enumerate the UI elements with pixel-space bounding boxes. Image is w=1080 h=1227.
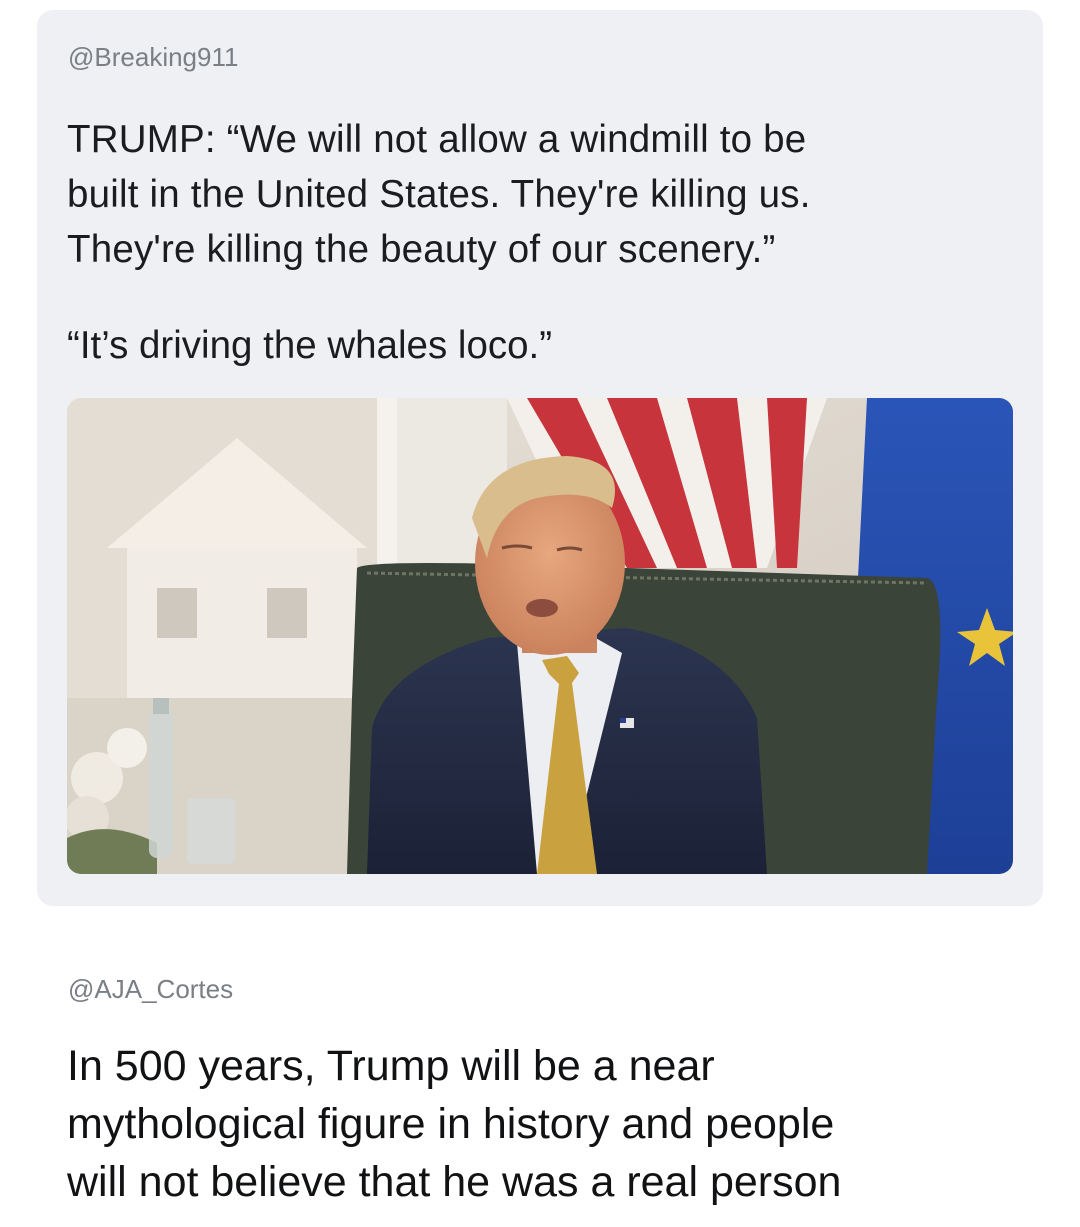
quoted-post-second-quote: “It’s driving the whales loco.” xyxy=(67,324,553,367)
quoted-post-line: built in the United States. They're kill… xyxy=(67,173,811,216)
quoted-post-line: TRUMP: “We will not allow a windmill to … xyxy=(67,118,807,161)
quoted-post-handle[interactable]: @Breaking911 xyxy=(68,42,238,73)
reply-post-handle[interactable]: @AJA_Cortes xyxy=(68,974,233,1005)
reply-post-line: mythological figure in history and peopl… xyxy=(67,1100,835,1148)
quoted-post-text: TRUMP: “We will not allow a windmill to … xyxy=(67,112,1027,277)
quoted-post-line: They're killing the beauty of our scener… xyxy=(67,228,776,271)
reply-post-line: will not believe that he was a real pers… xyxy=(67,1158,842,1206)
post-page: @Breaking911 TRUMP: “We will not allow a… xyxy=(0,0,1080,1227)
video-still-image xyxy=(67,398,1013,874)
quoted-post-video-thumbnail[interactable] xyxy=(67,398,1013,874)
reply-post-line: In 500 years, Trump will be a near xyxy=(67,1042,715,1090)
reply-post-text: In 500 years, Trump will be a near mytho… xyxy=(67,1037,1057,1211)
